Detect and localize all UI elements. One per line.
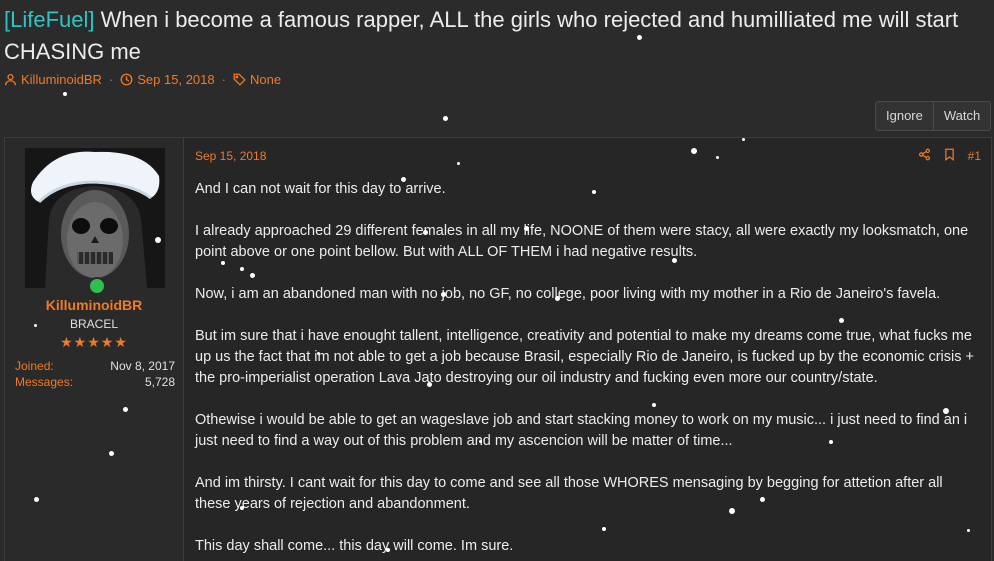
ignore-button[interactable]: Ignore bbox=[876, 102, 933, 130]
post-date-link[interactable]: Sep 15, 2018 bbox=[195, 149, 266, 163]
user-title: BRACEL bbox=[69, 317, 119, 331]
meta-separator: · bbox=[221, 72, 226, 87]
meta-separator: · bbox=[108, 72, 114, 87]
post-header: Sep 15, 2018 bbox=[195, 149, 982, 163]
bookmark-icon[interactable] bbox=[943, 148, 956, 164]
thread-meta: KilluminoidBR · Sep 15, 2018 · None bbox=[4, 72, 281, 87]
thread-title: [LifeFuel] When i become a famous rapper… bbox=[4, 4, 989, 68]
post-actions: #1 bbox=[918, 148, 981, 164]
messages-label: Messages: bbox=[15, 375, 74, 389]
tag-icon bbox=[233, 72, 246, 87]
thread-tags[interactable]: None bbox=[250, 72, 281, 87]
post-paragraph: And I can not wait for this day to arriv… bbox=[195, 181, 446, 197]
joined-label: Joined: bbox=[15, 359, 54, 373]
clock-icon bbox=[120, 72, 133, 87]
stat-messages: Messages: 5,728 bbox=[15, 375, 175, 389]
thread-prefix[interactable]: [LifeFuel] bbox=[4, 7, 95, 32]
snowflake bbox=[443, 116, 448, 121]
post-user-panel: KilluminoidBR BRACEL ★★★★★ Joined: Nov 8… bbox=[5, 138, 184, 561]
post-paragraph: Now, i am an abandoned man with no job, … bbox=[195, 286, 941, 302]
stat-joined: Joined: Nov 8, 2017 bbox=[15, 359, 175, 373]
user-rating-stars: ★★★★★ bbox=[60, 334, 128, 350]
avatar[interactable] bbox=[25, 148, 165, 288]
thread-action-buttons: Ignore Watch bbox=[875, 101, 992, 131]
post-paragraph: And im thirsty. I cant wait for this day… bbox=[195, 475, 943, 512]
thread-author-link[interactable]: KilluminoidBR bbox=[21, 72, 102, 87]
post-container: KilluminoidBR BRACEL ★★★★★ Joined: Nov 8… bbox=[4, 137, 992, 561]
snowflake bbox=[63, 92, 67, 96]
joined-value: Nov 8, 2017 bbox=[110, 359, 175, 373]
post-paragraph: Othewise i would be able to get an wages… bbox=[195, 412, 968, 449]
share-icon[interactable] bbox=[918, 148, 931, 164]
forum-thread-page: [LifeFuel] When i become a famous rapper… bbox=[0, 0, 994, 561]
post-username[interactable]: KilluminoidBR bbox=[5, 297, 183, 313]
post-number-link[interactable]: #1 bbox=[968, 149, 981, 163]
post-paragraph: This day shall come... this day will com… bbox=[195, 538, 514, 554]
messages-value[interactable]: 5,728 bbox=[145, 375, 175, 389]
thread-title-text: When i become a famous rapper, ALL the g… bbox=[4, 7, 959, 64]
user-icon bbox=[4, 72, 17, 87]
post-paragraph: I already approached 29 different female… bbox=[195, 223, 969, 260]
online-status-dot bbox=[88, 277, 106, 295]
thread-date-link[interactable]: Sep 15, 2018 bbox=[137, 72, 214, 87]
post-paragraph: But im sure that i have enought tallent,… bbox=[195, 328, 974, 386]
watch-button[interactable]: Watch bbox=[932, 102, 990, 130]
post-body: And I can not wait for this day to arriv… bbox=[195, 179, 977, 561]
